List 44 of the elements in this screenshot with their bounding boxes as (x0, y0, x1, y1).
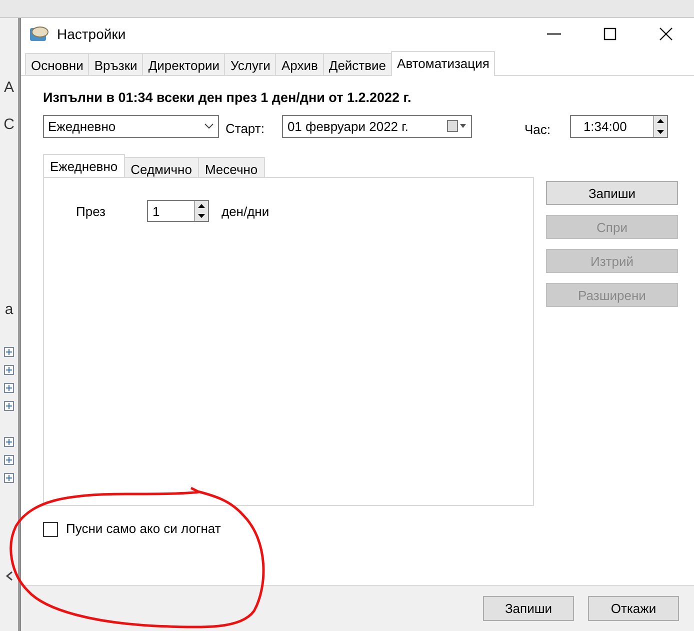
window-title: Настройки (57, 24, 126, 44)
close-icon (659, 27, 673, 41)
schedule-tab[interactable]: Седмично (124, 157, 199, 178)
settings-tab[interactable]: Директории (142, 53, 226, 75)
settings-tab[interactable]: Действие (322, 53, 392, 75)
spinner-arrows-icon[interactable] (653, 116, 668, 137)
tree-expand-icon[interactable] (4, 455, 14, 465)
time-label: Час: (524, 120, 550, 138)
settings-tab[interactable]: Автоматизация (391, 51, 496, 76)
interval-label: През (76, 202, 106, 221)
settings-tab[interactable]: Услуги (224, 53, 276, 75)
text-fragment: а (4, 302, 14, 317)
settings-tab[interactable]: Основни (25, 53, 90, 75)
schedule-tab[interactable]: Месечно (198, 157, 265, 178)
text-fragment: А (4, 80, 14, 95)
checkbox[interactable] (43, 522, 58, 536)
scroll-left-icon[interactable] (6, 571, 12, 581)
chevron-down-icon (204, 123, 214, 130)
minimize-icon (547, 33, 561, 35)
tree-expand-icon[interactable] (4, 365, 14, 375)
dialog-button[interactable]: Запиши (483, 596, 574, 621)
interval-unit: ден/дни (221, 202, 270, 221)
tree-expand-icon[interactable] (4, 437, 14, 447)
spinner-arrows-icon[interactable] (194, 201, 208, 222)
schedule-tab[interactable]: Ежедневно (43, 154, 125, 178)
tree-expand-icon[interactable] (4, 383, 14, 393)
dialog-button[interactable]: Откажи (588, 596, 679, 621)
calendar-icon (447, 120, 468, 132)
start-label: Старт: (226, 120, 264, 138)
settings-tab[interactable]: Архив (275, 53, 324, 75)
tree-expand-icon[interactable] (4, 347, 14, 357)
start-date-picker[interactable]: 01 февруари 2022 г. (282, 114, 472, 138)
settings-tab[interactable]: Връзки (88, 53, 144, 75)
maximize-icon (603, 27, 617, 41)
app-icon (29, 25, 49, 43)
schedule-summary: Изпълни в 01:34 всеки ден през 1 ден/дни от 1.2.2022 г. (43, 89, 412, 107)
text-fragment: С (4, 117, 14, 132)
action-button[interactable]: Запиши (546, 181, 678, 206)
frequency-dropdown[interactable]: Ежедневно (43, 114, 219, 138)
time-spinner[interactable]: 1:34:00 (570, 114, 668, 138)
interval-spinner[interactable]: 1 (147, 200, 210, 222)
checkbox-label[interactable]: Пусни само ако си логнат (66, 519, 221, 539)
tree-expand-icon[interactable] (4, 401, 14, 411)
tree-expand-icon[interactable] (4, 473, 14, 483)
